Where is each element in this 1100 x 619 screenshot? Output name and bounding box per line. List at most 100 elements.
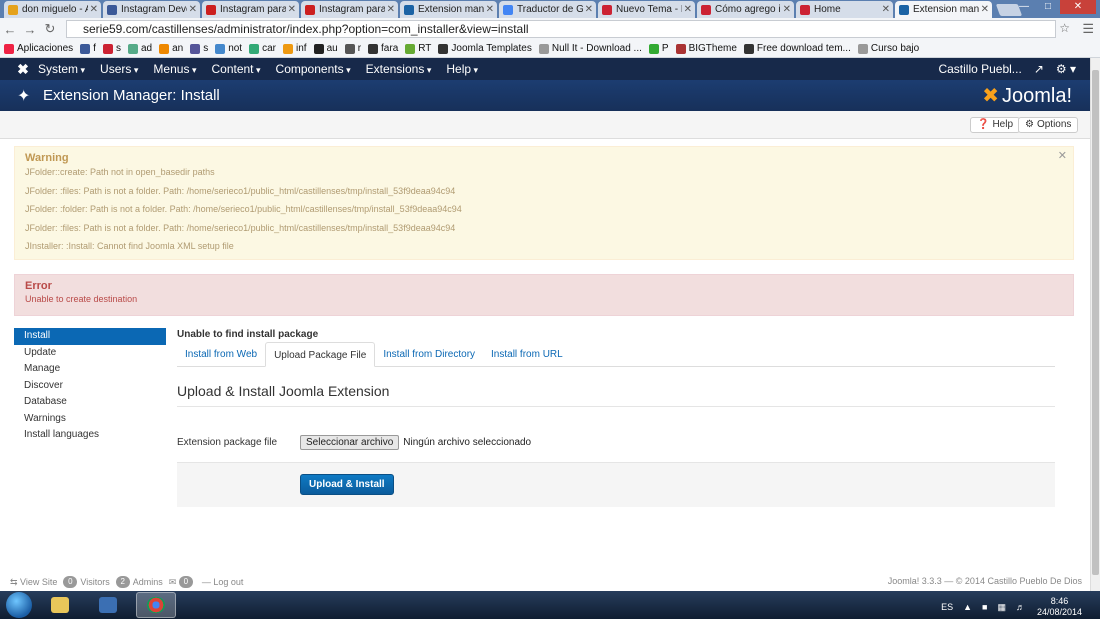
url-input[interactable]: serie59.com/castillenses/administrator/i…	[66, 20, 1056, 38]
menu-item-system[interactable]: System	[38, 62, 85, 76]
bookmark-item[interactable]: s	[190, 43, 208, 54]
menu-item-extensions[interactable]: Extensions	[366, 62, 432, 76]
browser-tab[interactable]: Extension mana ✕	[400, 1, 497, 18]
tab-install-from-url[interactable]: Install from URL	[483, 342, 571, 366]
browser-tab[interactable]: Traductor de Go ✕	[499, 1, 596, 18]
bookmark-item[interactable]: an	[159, 43, 183, 54]
error-message: Unable to create destination	[25, 294, 138, 304]
browser-tab[interactable]: Extension mana ✕	[895, 1, 992, 18]
close-icon[interactable]: ✕	[1058, 149, 1067, 162]
tray-arrow-icon[interactable]: ▲	[963, 602, 972, 612]
choose-file-button[interactable]: Seleccionar archivo	[300, 435, 400, 450]
sidebar-item-warnings[interactable]: Warnings	[14, 411, 166, 428]
explorer-taskbar-icon[interactable]	[40, 592, 80, 618]
clock[interactable]: 8:46 24/08/2014	[1037, 596, 1082, 618]
tab-close-icon[interactable]: ✕	[684, 4, 692, 15]
logout-link[interactable]: — Log out	[202, 577, 244, 587]
browser-tab[interactable]: Instagram para J✕	[301, 1, 398, 18]
sidebar-item-database[interactable]: Database	[14, 394, 166, 411]
tab-favicon-icon	[800, 4, 810, 15]
messages-indicator[interactable]: ✉ 0	[169, 576, 196, 588]
media-player-taskbar-icon[interactable]	[88, 592, 128, 618]
view-site-link[interactable]: ⇆ View Site	[10, 577, 57, 588]
sidebar-item-install[interactable]: Install	[14, 328, 166, 345]
bookmark-item[interactable]: not	[215, 43, 242, 54]
browser-tab[interactable]: Cómo agrego in ✕	[697, 1, 794, 18]
volume-icon[interactable]: ♬	[1016, 602, 1025, 612]
bookmark-item[interactable]: BIGTheme	[675, 43, 737, 54]
options-button[interactable]: ⚙ Options	[1018, 117, 1079, 133]
tab-close-icon[interactable]: ✕	[189, 4, 197, 15]
tab-close-icon[interactable]: ✕	[981, 4, 989, 15]
bookmark-item[interactable]: P	[648, 43, 669, 54]
bookmark-item[interactable]: Null It - Download ...	[538, 43, 642, 54]
reload-icon[interactable]: ↻	[40, 21, 60, 37]
browser-tab[interactable]: Instagram para J✕	[202, 1, 299, 18]
bookmark-item[interactable]: f	[80, 43, 96, 54]
menu-item-users[interactable]: Users	[100, 62, 138, 76]
tab-close-icon[interactable]: ✕	[387, 4, 395, 15]
bookmark-item[interactable]: Curso bajo	[857, 43, 919, 54]
tab-close-icon[interactable]: ✕	[882, 4, 890, 15]
tray-app-icon[interactable]: ■	[982, 602, 987, 612]
bookmark-item[interactable]: RT	[405, 43, 431, 54]
start-button[interactable]	[6, 592, 32, 618]
bookmark-item[interactable]: Joomla Templates	[438, 43, 532, 54]
sidebar-item-discover[interactable]: Discover	[14, 378, 166, 395]
tab-install-from-directory[interactable]: Install from Directory	[375, 342, 483, 366]
tab-close-icon[interactable]: ✕	[90, 4, 98, 15]
browser-tab[interactable]: Instagram Devel ✕	[103, 1, 200, 18]
maximize-icon[interactable]: □	[1036, 0, 1060, 14]
network-icon[interactable]: ▦	[997, 602, 1006, 613]
minimize-icon[interactable]: —	[1012, 0, 1036, 14]
tab-upload-package-file[interactable]: Upload Package File	[265, 342, 376, 367]
tab-close-icon[interactable]: ✕	[486, 4, 494, 15]
upload-install-button[interactable]: Upload & Install	[300, 474, 394, 495]
menu-item-content[interactable]: Content	[211, 62, 260, 76]
external-link-icon[interactable]: ↗	[1034, 62, 1044, 76]
sidebar-item-manage[interactable]: Manage	[14, 361, 166, 378]
star-icon[interactable]: ☆	[1059, 21, 1070, 35]
bookmark-item[interactable]: Free download tem...	[743, 43, 851, 54]
form-actions: Upload & Install	[177, 462, 1055, 507]
scrollbar-thumb[interactable]	[1092, 70, 1099, 575]
options-label: Options	[1036, 119, 1072, 130]
site-link[interactable]: Castillo Puebl...	[938, 62, 1021, 76]
tab-favicon-icon	[8, 4, 18, 15]
warning-messages: JFolder::create: Path not in open_basedi…	[25, 166, 1063, 259]
bookmark-item[interactable]: fara	[368, 43, 398, 54]
help-button[interactable]: ❓ Help	[970, 117, 1021, 133]
tab-close-icon[interactable]: ✕	[783, 4, 791, 15]
chrome-taskbar-icon[interactable]	[136, 592, 176, 618]
browser-tab[interactable]: don miguelo - A ✕	[4, 1, 101, 18]
tab-title: Traductor de Go	[517, 4, 583, 15]
language-indicator[interactable]: ES	[941, 602, 953, 612]
bookmark-item[interactable]: car	[249, 43, 276, 54]
tab-close-icon[interactable]: ✕	[585, 4, 593, 15]
bookmark-item[interactable]: au	[313, 43, 338, 54]
menu-item-menus[interactable]: Menus	[153, 62, 196, 76]
menu-item-help[interactable]: Help	[446, 62, 478, 76]
close-window-icon[interactable]: ✕	[1060, 0, 1096, 14]
tab-close-icon[interactable]: ✕	[288, 4, 296, 15]
bookmark-item[interactable]: s	[102, 43, 121, 54]
user-gear-icon[interactable]: ⚙ ▾	[1056, 62, 1076, 76]
vertical-scrollbar[interactable]	[1090, 58, 1100, 591]
bookmark-item[interactable]: ad	[127, 43, 153, 54]
browser-tab[interactable]: Home ✕	[796, 1, 893, 18]
chrome-menu-icon[interactable]: ☰	[1082, 21, 1094, 37]
tab-title: Instagram para J	[220, 4, 286, 15]
bookmark-item[interactable]: Aplicaciones	[4, 43, 73, 54]
bookmark-item[interactable]: r	[344, 43, 361, 54]
warning-line: JFolder::create: Path not in open_basedi…	[25, 167, 215, 177]
bookmark-label: ad	[140, 43, 153, 54]
bookmark-item[interactable]: inf	[283, 43, 307, 54]
forward-icon[interactable]: →	[20, 22, 40, 37]
menu-item-components[interactable]: Components	[276, 62, 351, 76]
browser-tab[interactable]: Nuevo Tema - H ✕	[598, 1, 695, 18]
sidebar-item-update[interactable]: Update	[14, 345, 166, 362]
joomla-logo-icon[interactable]: ✖	[8, 61, 38, 78]
sidebar-item-install-languages[interactable]: Install languages	[14, 427, 166, 444]
tab-install-from-web[interactable]: Install from Web	[177, 342, 265, 366]
back-icon[interactable]: ←	[0, 22, 20, 37]
